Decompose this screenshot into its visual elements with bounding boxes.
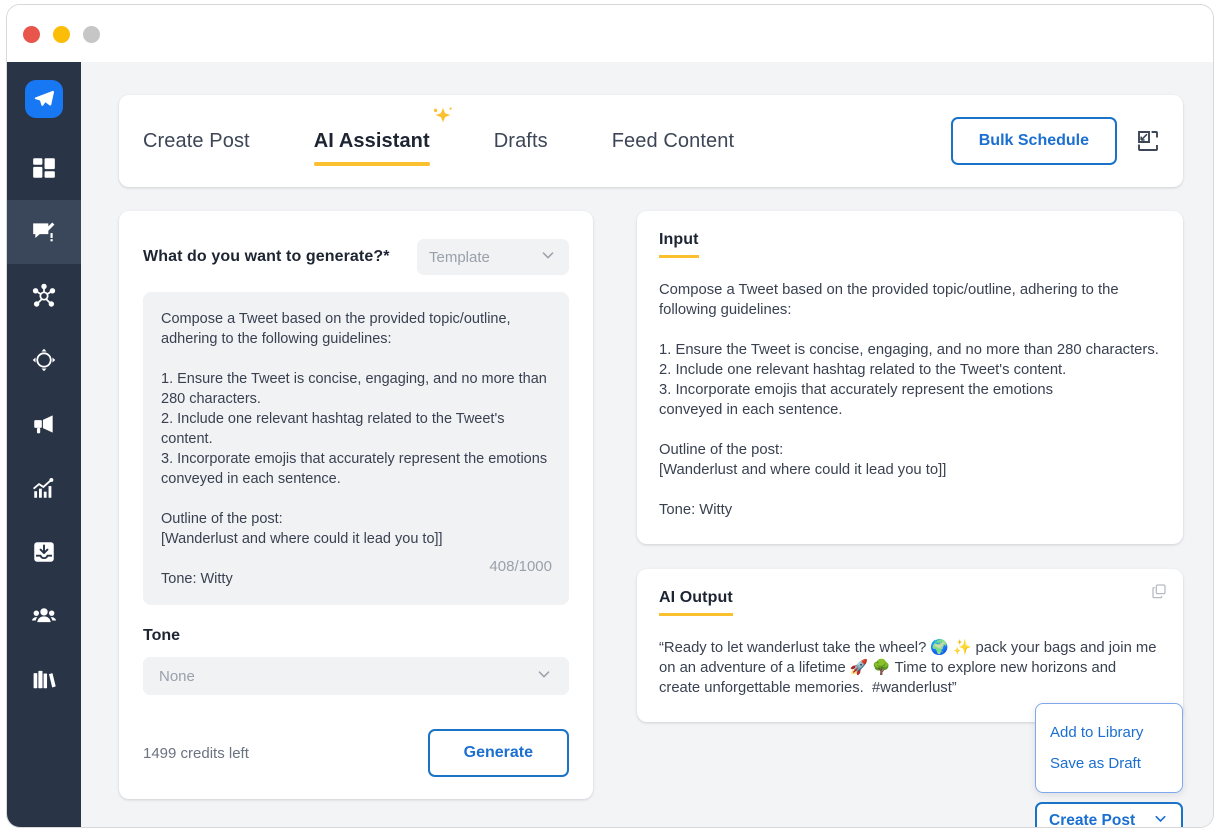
minimize-window-button[interactable]: [53, 26, 70, 43]
sidebar-item-network[interactable]: [7, 264, 81, 328]
network-nodes-icon: [31, 283, 57, 309]
create-post-dropdown: Add to Library Save as Draft Create Post: [1035, 703, 1183, 828]
sidebar-brand[interactable]: [7, 62, 81, 136]
tone-select[interactable]: None: [143, 657, 569, 695]
toolbar-card: Create Post AI Assistant Drafts Feed Con…: [119, 95, 1183, 187]
sidebar-item-inbox[interactable]: [7, 520, 81, 584]
toolbar-actions: Bulk Schedule: [950, 117, 1161, 165]
sidebar-item-compose[interactable]: [7, 200, 81, 264]
tab-bar: Create Post AI Assistant Drafts Feed Con…: [143, 107, 766, 166]
tone-select-value: None: [159, 667, 195, 685]
chevron-down-icon: [539, 246, 557, 269]
inbox-download-icon: [31, 539, 57, 565]
target-circle-icon: [31, 347, 57, 373]
window-controls: [23, 26, 100, 43]
ai-output-panel: AI Output “Ready to let wanderlust take …: [637, 569, 1183, 827]
ai-output-text: “Ready to let wanderlust take the wheel?…: [659, 640, 1161, 696]
input-panel-text: Compose a Tweet based on the provided to…: [659, 282, 1159, 518]
tab-create-post[interactable]: Create Post: [143, 130, 282, 153]
main-row: What do you want to generate?* Template: [119, 211, 1183, 827]
menu-item-add-to-library[interactable]: Add to Library: [1036, 717, 1182, 748]
generator-panel: What do you want to generate?* Template: [119, 211, 593, 799]
dashboard-grid-icon: [31, 155, 57, 181]
generate-question-label: What do you want to generate?*: [143, 248, 390, 265]
sidebar-item-dashboard[interactable]: [7, 136, 81, 200]
tab-label: Create Post: [143, 129, 250, 152]
library-books-icon: [31, 667, 57, 693]
template-select[interactable]: Template: [417, 239, 569, 275]
sidebar: [7, 62, 81, 827]
create-post-label: Create Post: [1049, 812, 1136, 828]
browser-window: Create Post AI Assistant Drafts Feed Con…: [6, 4, 1214, 828]
tab-feed-content[interactable]: Feed Content: [580, 130, 766, 153]
analytics-chart-icon: [31, 475, 57, 501]
expand-collapse-icon[interactable]: [1135, 128, 1161, 154]
tab-drafts[interactable]: Drafts: [462, 130, 580, 153]
app-root: Create Post AI Assistant Drafts Feed Con…: [0, 0, 1220, 830]
tab-label: AI Assistant: [313, 129, 430, 152]
sidebar-item-target[interactable]: [7, 328, 81, 392]
sidebar-item-campaigns[interactable]: [7, 392, 81, 456]
results-column: Input Compose a Tweet based on the provi…: [637, 211, 1183, 827]
compose-message-icon: [31, 219, 57, 245]
input-panel: Input Compose a Tweet based on the provi…: [637, 211, 1183, 544]
template-select-value: Template: [429, 248, 490, 266]
create-post-menu: Add to Library Save as Draft: [1035, 703, 1183, 793]
tab-label: Feed Content: [611, 129, 735, 152]
content-area: Create Post AI Assistant Drafts Feed Con…: [81, 62, 1213, 827]
credits-remaining: 1499 credits left: [143, 744, 249, 762]
prompt-textarea-value: Compose a Tweet based on the provided to…: [161, 311, 548, 587]
ai-output-panel-title: AI Output: [659, 589, 733, 616]
megaphone-icon: [31, 411, 57, 437]
prompt-textarea[interactable]: Compose a Tweet based on the provided to…: [143, 292, 569, 605]
close-window-button[interactable]: [23, 26, 40, 43]
generate-question-row: What do you want to generate?* Template: [143, 239, 569, 275]
sidebar-item-team[interactable]: [7, 584, 81, 648]
tab-ai-assistant[interactable]: AI Assistant: [282, 107, 462, 166]
chevron-down-icon: [535, 665, 553, 688]
copy-icon[interactable]: [1151, 583, 1167, 604]
create-post-button[interactable]: Create Post: [1035, 802, 1183, 828]
character-counter: 408/1000: [489, 558, 552, 575]
sidebar-item-library[interactable]: [7, 648, 81, 712]
generator-footer: 1499 credits left Generate: [143, 695, 569, 777]
team-users-icon: [31, 603, 57, 629]
maximize-window-button[interactable]: [83, 26, 100, 43]
chevron-down-icon: [1152, 810, 1169, 827]
sidebar-item-analytics[interactable]: [7, 456, 81, 520]
tone-label: Tone: [143, 627, 181, 644]
input-panel-title: Input: [659, 231, 699, 258]
menu-item-save-as-draft[interactable]: Save as Draft: [1036, 748, 1182, 779]
generate-button[interactable]: Generate: [427, 729, 569, 777]
app-body: Create Post AI Assistant Drafts Feed Con…: [7, 62, 1213, 827]
window-titlebar: [7, 5, 1213, 62]
tab-active-underline: [313, 161, 430, 166]
bulk-schedule-button[interactable]: Bulk Schedule: [950, 117, 1117, 165]
paper-plane-icon: [25, 80, 63, 118]
tab-label: Drafts: [493, 129, 548, 152]
